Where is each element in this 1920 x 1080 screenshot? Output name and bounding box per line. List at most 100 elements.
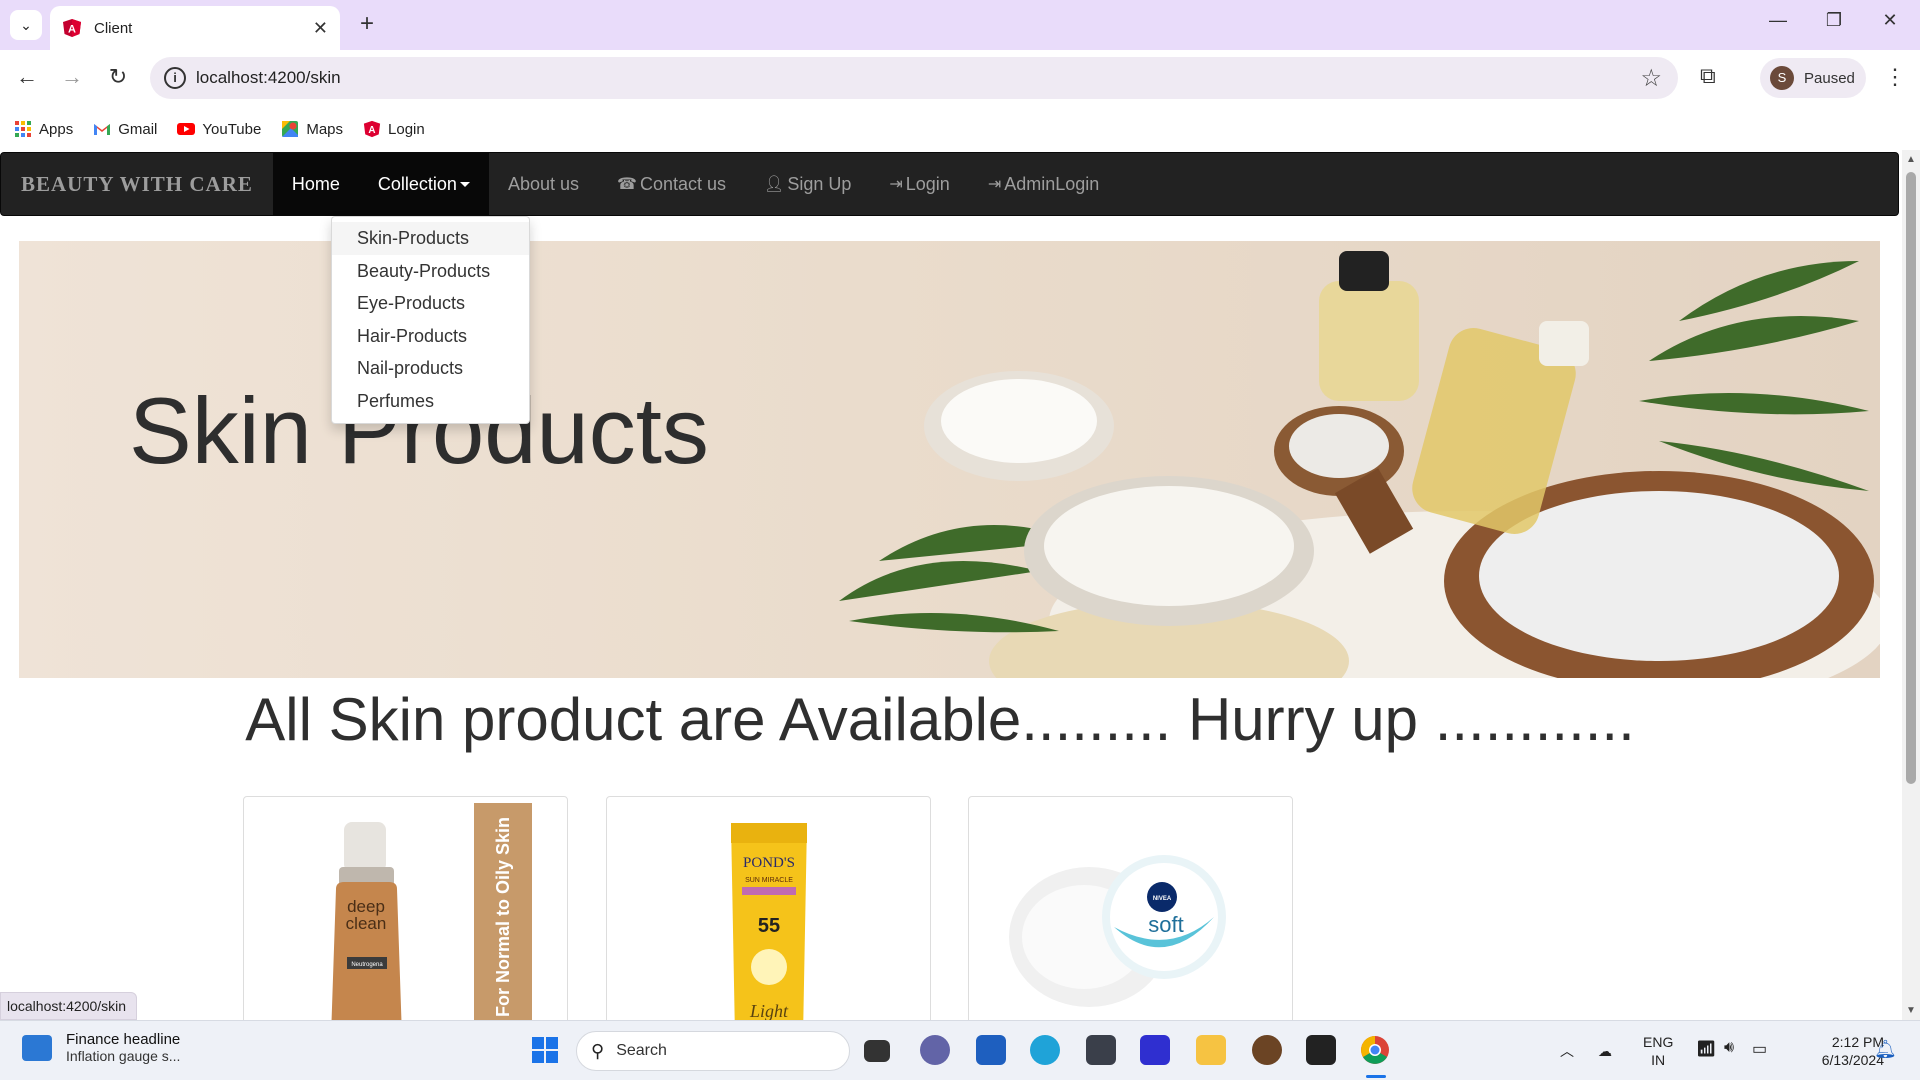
system-tray: ︿ ☁: [1560, 1021, 1612, 1080]
edge-icon[interactable]: [1030, 1035, 1060, 1065]
notification-bell-icon[interactable]: 🔔︎: [1874, 1039, 1897, 1060]
bookmark-login[interactable]: A Login: [363, 120, 425, 138]
browser-toolbar: ← → ↻ i localhost:4200/skin ☆ ⧉ S Paused…: [0, 50, 1920, 108]
back-arrow-icon[interactable]: ←: [12, 64, 42, 90]
app-avatar-icon[interactable]: [1252, 1035, 1282, 1065]
product-side-text: For Normal to Oily Skin: [493, 817, 513, 1017]
windows-start-icon[interactable]: [530, 1035, 560, 1065]
page-scrollbar[interactable]: ▲ ▼: [1902, 150, 1920, 1020]
profile-button[interactable]: S Paused: [1760, 58, 1866, 98]
forward-arrow-icon[interactable]: →: [57, 64, 87, 90]
close-tab-icon[interactable]: ✕: [313, 18, 328, 39]
menu-item-hair-products[interactable]: Hair-Products: [332, 320, 529, 353]
search-placeholder: Search: [616, 1042, 667, 1059]
clock-time: 2:12 PM: [1831, 1034, 1884, 1050]
nav-label: Home: [291, 173, 340, 194]
restore-icon[interactable]: ❐: [1814, 10, 1854, 31]
bookmark-maps[interactable]: Maps: [281, 120, 343, 138]
profile-status: Paused: [1804, 69, 1855, 87]
address-bar[interactable]: i localhost:4200/skin ☆: [150, 57, 1678, 99]
bookmark-label: Apps: [39, 120, 74, 138]
brand-logo[interactable]: BEAUTY WITH CARE: [1, 172, 273, 197]
menu-item-nail-products[interactable]: Nail-products: [332, 352, 529, 385]
menu-item-eye-products[interactable]: Eye-Products: [332, 287, 529, 320]
site-navbar: BEAUTY WITH CARE Home Collection About u…: [0, 152, 1899, 216]
volume-icon[interactable]: 🔊︎: [1724, 1039, 1734, 1057]
browser-tab[interactable]: A Client ✕: [50, 6, 340, 50]
nav-about[interactable]: About us: [489, 152, 598, 216]
nav-login[interactable]: ⇥ Login: [870, 152, 968, 216]
nav-collection-dropdown[interactable]: Collection: [358, 152, 489, 216]
tab-search-button[interactable]: ⌄: [10, 10, 42, 40]
product-card[interactable]: For Normal to Oily Skin deep clean Neutr…: [243, 796, 568, 1020]
scrollbar-thumb[interactable]: [1906, 172, 1916, 784]
nav-label: Contact us: [639, 173, 726, 194]
product-text: Neutrogena: [351, 962, 383, 968]
vscode-like-icon[interactable]: [1140, 1035, 1170, 1065]
lang-code: ENG: [1643, 1034, 1674, 1050]
taskbar-search[interactable]: ⚲ Search: [576, 1031, 850, 1071]
nav-label: Login: [905, 173, 950, 194]
avatar: S: [1770, 66, 1794, 90]
tab-title: Client: [94, 19, 133, 37]
nav-signup[interactable]: 👤︎ Sign Up: [745, 152, 870, 216]
scroll-up-icon[interactable]: ▲: [1906, 154, 1916, 165]
gmail-icon: [94, 124, 111, 135]
menu-item-perfumes[interactable]: Perfumes: [332, 385, 529, 418]
store-icon[interactable]: [976, 1035, 1006, 1065]
user-icon: 👤︎: [764, 176, 785, 193]
system-clock[interactable]: 2:12 PM 6/13/2024: [1794, 1033, 1884, 1069]
cloud-sync-icon[interactable]: ☁: [1598, 1043, 1612, 1060]
battery-icon[interactable]: ▭: [1752, 1039, 1767, 1059]
news-widget[interactable]: Finance headline Inflation gauge s...: [22, 1031, 180, 1064]
nav-admin-login[interactable]: ⇥ AdminLogin: [969, 152, 1118, 216]
menu-item-beauty-products[interactable]: Beauty-Products: [332, 255, 529, 288]
app-icon[interactable]: [1086, 1035, 1116, 1065]
menu-item-skin-products[interactable]: Skin-Products: [332, 222, 529, 255]
chrome-icon[interactable]: [1360, 1035, 1390, 1065]
svg-text:A: A: [368, 125, 375, 136]
teams-chat-icon[interactable]: [920, 1035, 950, 1065]
bookmark-apps[interactable]: Apps: [14, 120, 73, 138]
phone-icon: ☎: [617, 176, 637, 193]
scroll-down-icon[interactable]: ▼: [1906, 1005, 1916, 1016]
address-url[interactable]: localhost:4200/skin: [196, 68, 341, 88]
new-tab-button[interactable]: +: [352, 10, 382, 38]
site-info-icon[interactable]: i: [164, 67, 186, 89]
bookmark-star-icon[interactable]: ☆: [1640, 64, 1662, 93]
nav-home[interactable]: Home: [272, 152, 359, 216]
wifi-icon[interactable]: 📶︎: [1696, 1039, 1716, 1059]
link-status-bubble: localhost:4200/skin: [0, 992, 138, 1020]
terminal-icon[interactable]: [1306, 1035, 1336, 1065]
browser-menu-icon[interactable]: ⋮: [1884, 64, 1906, 90]
close-window-icon[interactable]: ✕: [1870, 10, 1910, 31]
product-text: POND'S: [743, 855, 795, 871]
extensions-puzzle-icon[interactable]: ⧉: [1700, 63, 1716, 89]
task-view-icon[interactable]: [864, 1040, 890, 1062]
clock-date: 6/13/2024: [1821, 1052, 1884, 1068]
youtube-icon: [177, 123, 196, 135]
product-text: SUN MIRACLE: [745, 877, 793, 884]
input-language[interactable]: ENG IN: [1643, 1033, 1673, 1069]
minimize-icon[interactable]: —: [1758, 10, 1798, 31]
nivea-soft-jar-image: NIVEA soft: [1009, 855, 1226, 1007]
hero-banner: Skin Products: [19, 241, 1880, 678]
chevron-up-icon[interactable]: ︿: [1560, 1041, 1574, 1061]
product-card[interactable]: NIVEA soft: [968, 796, 1293, 1020]
bookmark-gmail[interactable]: Gmail: [93, 120, 157, 138]
file-explorer-icon[interactable]: [1196, 1035, 1226, 1065]
bookmarks-bar: Apps Gmail YouTube Maps A Login: [0, 108, 1920, 150]
availability-headline: All Skin product are Available......... …: [245, 686, 1635, 753]
product-text: Light: [749, 1001, 789, 1020]
product-card[interactable]: POND'S SUN MIRACLE 55 Light: [606, 796, 931, 1020]
product-text: 55: [758, 915, 780, 937]
nav-label: Collection: [377, 173, 457, 194]
bookmark-label: Gmail: [118, 120, 158, 138]
active-app-indicator: [1366, 1075, 1386, 1078]
svg-text:A: A: [68, 24, 76, 36]
nav-contact[interactable]: ☎ Contact us: [598, 152, 745, 216]
reload-icon[interactable]: ↻: [103, 64, 133, 90]
bookmark-youtube[interactable]: YouTube: [177, 120, 261, 138]
ponds-sun-miracle-image: POND'S SUN MIRACLE 55 Light: [731, 823, 807, 1020]
chevron-down-icon: ⌄: [20, 16, 32, 33]
